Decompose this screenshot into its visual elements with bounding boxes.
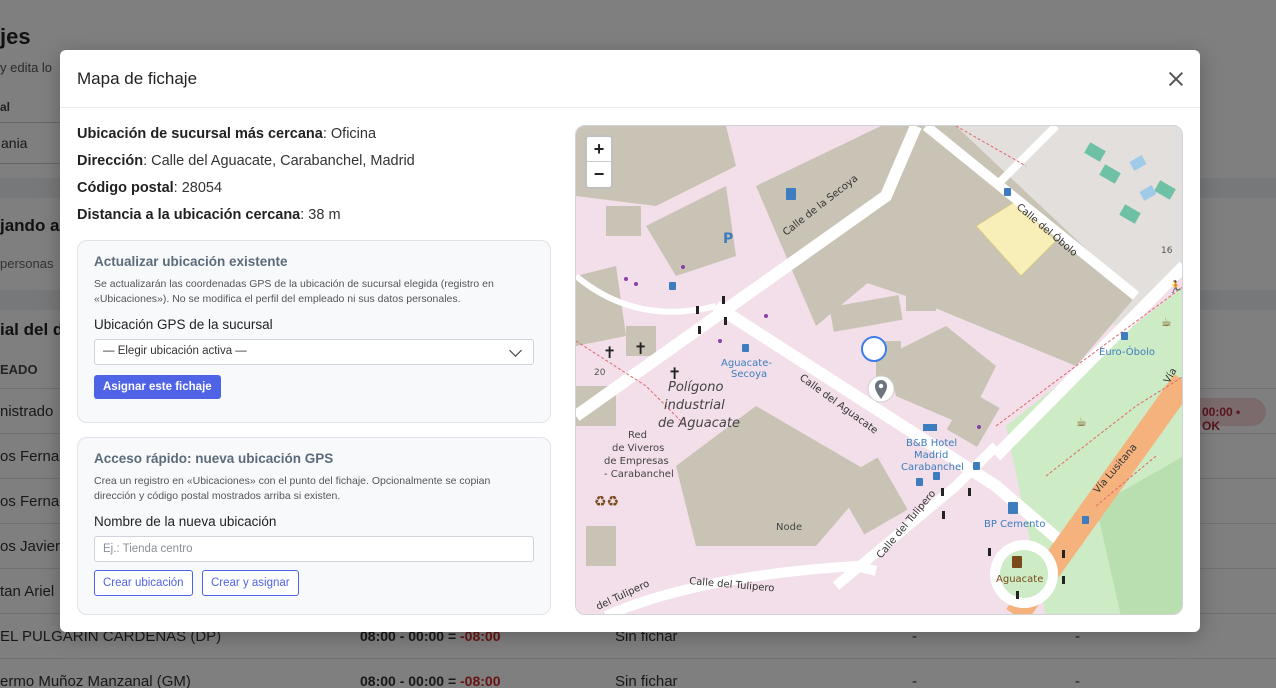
poi-label: - Carabanchel (604, 469, 674, 480)
fuel-icon (786, 188, 796, 200)
address-label: Dirección (77, 153, 144, 169)
poi-dot (977, 425, 981, 429)
bus-stop-icon (933, 472, 940, 480)
poi-dot (764, 314, 768, 318)
distance: Distancia a la ubicación cercana: 38 m (77, 205, 551, 232)
zoom-control: + − (585, 135, 613, 189)
fuel-icon (1008, 502, 1018, 514)
hotel-label: Madrid (914, 450, 948, 461)
node-label: Node (776, 522, 802, 533)
quick-access-card: Acceso rápido: nueva ubicación GPS Crea … (77, 437, 551, 615)
hotel-icon (923, 424, 937, 431)
poi-dot (681, 265, 685, 269)
cross-icon: ✝ (634, 339, 647, 358)
card-title: Actualizar ubicación existente (94, 254, 288, 269)
gps-accuracy-circle (861, 336, 887, 362)
sports-icon: 🏃 (1168, 280, 1183, 294)
postal-label: Código postal (77, 180, 174, 196)
nearest-location: Ubicación de sucursal más cercana: Ofici… (77, 124, 551, 151)
nearest-label: Ubicación de sucursal más cercana (77, 126, 323, 142)
house-number: 16 (1161, 246, 1173, 256)
fuel-label: BP Cemento (984, 519, 1045, 530)
house-number: 20 (594, 368, 606, 378)
card-help: Crea un registro en «Ubicaciones» con el… (94, 475, 491, 502)
select-value: — Elegir ubicación activa — (103, 345, 247, 357)
map-canvas[interactable]: Calle de la Secoya Calle del Óbolo Calle… (576, 126, 1183, 615)
bus-stop-icon (1082, 516, 1089, 524)
zoom-in-button[interactable]: + (587, 137, 611, 162)
card-help: Se actualizarán las coordenadas GPS de l… (94, 278, 494, 305)
postal-code: Código postal: 28054 (77, 178, 551, 205)
address-value: : Calle del Aguacate, Carabanchel, Madri… (143, 153, 415, 169)
map-modal: Mapa de fichaje Ubicación de sucursal má… (60, 50, 1200, 632)
zoom-out-button[interactable]: − (587, 162, 611, 187)
info-panel: Ubicación de sucursal más cercana: Ofici… (77, 124, 551, 615)
update-location-card: Actualizar ubicación existente Se actual… (77, 240, 551, 423)
metro-icon (1012, 556, 1022, 568)
cafe-icon: ☕ (1161, 315, 1172, 329)
cross-icon: ✝ (668, 364, 681, 383)
hotel-label: Carabanchel (901, 462, 964, 473)
bus-stop-icon (916, 478, 923, 486)
close-icon[interactable] (1166, 69, 1186, 89)
chevron-down-icon (509, 344, 522, 357)
building (586, 526, 616, 566)
recycle-icon: ♻♻ (594, 494, 619, 510)
postal-value: : 28054 (173, 180, 223, 196)
metro-label: Aguacate (996, 574, 1043, 585)
building (906, 276, 936, 311)
bus-stop-label: Aguacate- (721, 358, 772, 369)
poi-label: de Empresas (604, 456, 669, 467)
modal-header: Mapa de fichaje (60, 50, 1200, 108)
area-label: industrial (664, 398, 725, 413)
hotel-label: B&B Hotel (906, 438, 957, 449)
bus-stop-icon (1121, 332, 1128, 340)
assign-button[interactable]: Asignar este fichaje (94, 375, 221, 399)
poi-dot (624, 277, 628, 281)
poi-label: Red (628, 430, 647, 441)
bus-stop-icon (742, 344, 749, 352)
map-view[interactable]: Calle de la Secoya Calle del Óbolo Calle… (575, 125, 1183, 615)
card-title: Acceso rápido: nueva ubicación GPS (94, 451, 334, 466)
bus-stop-icon (973, 462, 980, 470)
address: Dirección: Calle del Aguacate, Carabanch… (77, 151, 551, 178)
poi-label: de Viveros (612, 443, 664, 454)
bus-stop-icon (1004, 188, 1011, 196)
area-label: de Aguacate (658, 416, 740, 431)
distance-value: : 38 m (300, 207, 341, 223)
poi-dot (634, 282, 638, 286)
new-location-name-input[interactable]: Ej.: Tienda centro (94, 536, 534, 562)
location-select[interactable]: — Elegir ubicación activa — (94, 339, 534, 365)
nearest-value: : Oficina (322, 126, 377, 142)
cross-icon: ✝ (603, 343, 616, 362)
poi-dot (718, 339, 722, 343)
create-location-button[interactable]: Crear ubicación (94, 570, 193, 596)
select-label: Ubicación GPS de la sucursal (94, 317, 273, 332)
building (606, 206, 641, 236)
bus-stop-icon (669, 282, 676, 290)
modal-title: Mapa de fichaje (77, 69, 198, 88)
name-label: Nombre de la nueva ubicación (94, 514, 277, 529)
bus-stop-label: Secoya (731, 369, 767, 380)
cafe-icon: ☕ (1076, 415, 1087, 429)
location-pin-icon[interactable] (867, 375, 895, 403)
parking-icon: P (723, 231, 733, 247)
distance-label: Distancia a la ubicación cercana (77, 207, 301, 223)
bus-stop-label: Euro-Óbolo (1099, 345, 1155, 358)
create-assign-button[interactable]: Crear y asignar (202, 570, 299, 596)
